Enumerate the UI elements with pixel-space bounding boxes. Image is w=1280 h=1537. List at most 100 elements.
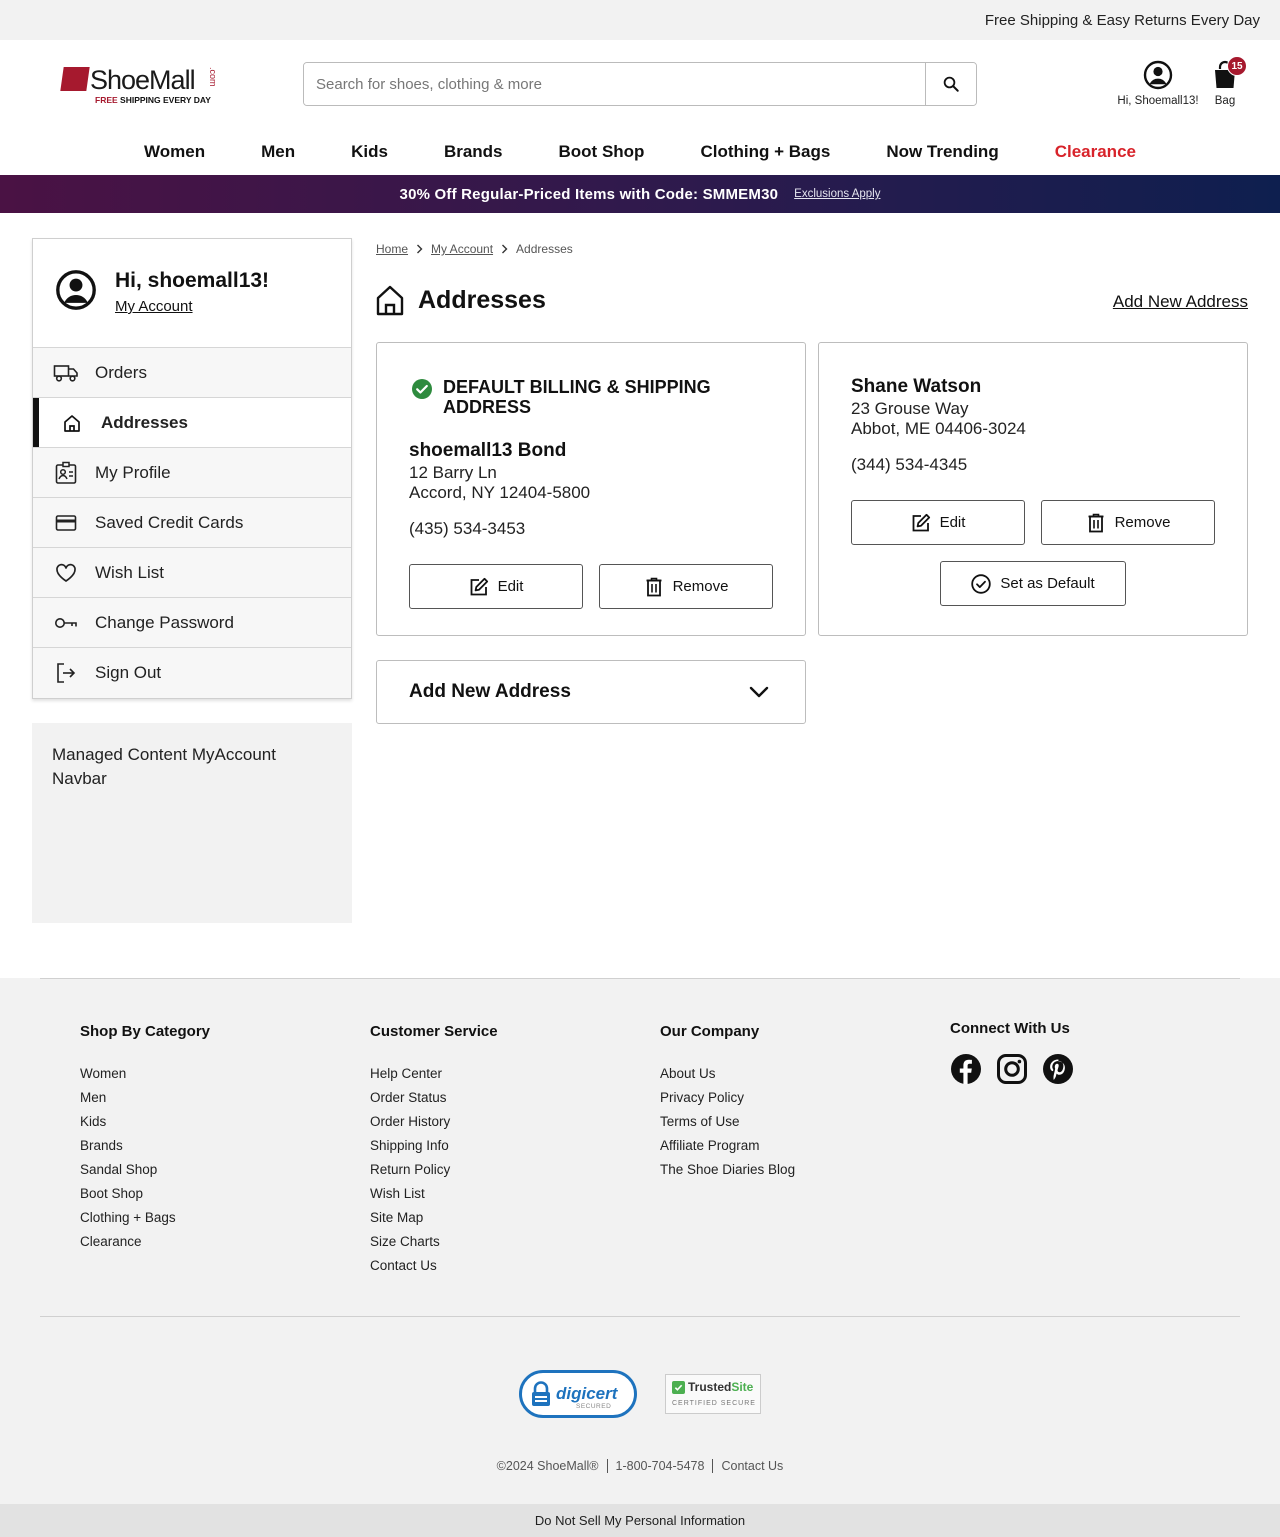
footer-link[interactable]: Terms of Use: [660, 1110, 795, 1134]
footer-link[interactable]: Contact Us: [370, 1254, 498, 1278]
shoemall-logo[interactable]: ShoeMall .com FREE SHIPPING EVERY DAY: [60, 65, 222, 105]
trustedsite-badge[interactable]: Trusted Site CERTIFIED SECURE: [665, 1374, 761, 1414]
promo-text: 30% Off Regular-Priced Items with Code: …: [399, 185, 779, 203]
account-sidebar: Hi, shoemall13! My Account Orders Addres…: [32, 238, 352, 699]
sidebar-item-change-password[interactable]: Change Password: [33, 598, 351, 648]
key-icon: [53, 610, 79, 636]
footer-link[interactable]: Return Policy: [370, 1158, 498, 1182]
remove-address-button[interactable]: Remove: [1041, 500, 1215, 545]
sidebar-item-addresses[interactable]: Addresses: [33, 398, 351, 448]
footer-link[interactable]: Help Center: [370, 1062, 498, 1086]
address-city-line: Accord, NY 12404-5800: [409, 483, 591, 502]
nav-women[interactable]: Women: [116, 142, 233, 162]
accordion-label: Add New Address: [409, 681, 571, 702]
footer-contact-link[interactable]: Contact Us: [712, 1459, 791, 1473]
breadcrumb-my-account[interactable]: My Account: [431, 242, 493, 256]
add-new-address-accordion[interactable]: Add New Address: [376, 660, 806, 724]
set-as-default-button[interactable]: Set as Default: [940, 561, 1126, 606]
sidebar-item-wish-list[interactable]: Wish List: [33, 548, 351, 598]
footer-link[interactable]: Women: [80, 1062, 210, 1086]
search-input[interactable]: [304, 63, 925, 105]
footer-link[interactable]: Men: [80, 1086, 210, 1110]
my-account-link[interactable]: My Account: [115, 298, 193, 315]
footer-column-title: Our Company: [660, 1023, 760, 1040]
site-header: ShoeMall .com FREE SHIPPING EVERY DAY Hi…: [0, 40, 1280, 128]
footer-link[interactable]: Brands: [80, 1134, 210, 1158]
search-button[interactable]: [925, 63, 976, 105]
breadcrumb-home[interactable]: Home: [376, 242, 408, 256]
digicert-badge[interactable]: digicert SECURED: [519, 1370, 637, 1418]
footer-link[interactable]: The Shoe Diaries Blog: [660, 1158, 795, 1182]
footer-link[interactable]: About Us: [660, 1062, 795, 1086]
sidebar-item-orders[interactable]: Orders: [33, 348, 351, 398]
trash-icon: [644, 577, 664, 597]
remove-address-button[interactable]: Remove: [599, 564, 773, 609]
nav-men[interactable]: Men: [233, 142, 323, 162]
nav-brands[interactable]: Brands: [416, 142, 531, 162]
bag-button[interactable]: 15 Bag: [1205, 56, 1247, 107]
sidebar-item-saved-credit-cards[interactable]: Saved Credit Cards: [33, 498, 351, 548]
check-icon: [672, 1380, 685, 1394]
footer-column-connect: Connect With Us: [950, 1020, 1074, 1085]
footer-link[interactable]: Clearance: [80, 1230, 210, 1254]
sidebar-item-my-profile[interactable]: My Profile: [33, 448, 351, 498]
nav-clearance[interactable]: Clearance: [1027, 142, 1164, 162]
sign-out-icon: [53, 660, 79, 686]
footer-link[interactable]: Size Charts: [370, 1230, 498, 1254]
breadcrumb: Home My Account Addresses: [376, 242, 573, 256]
check-circle-outline-icon: [971, 573, 992, 594]
footer-divider: [40, 978, 1240, 979]
chevron-right-icon: [416, 244, 423, 254]
footer-link[interactable]: Order Status: [370, 1086, 498, 1110]
edit-icon: [911, 513, 931, 533]
chevron-down-icon: [749, 686, 769, 698]
security-badges: digicert SECURED Trusted Site CERTIFIED S…: [0, 1370, 1280, 1418]
bag-count-badge: 15: [1227, 56, 1247, 76]
edit-address-button[interactable]: Edit: [851, 500, 1025, 545]
digicert-sub: SECURED: [576, 1403, 612, 1410]
footer-phone[interactable]: 1-800-704-5478: [606, 1459, 713, 1473]
trustedsite-sub: CERTIFIED SECURE: [672, 1400, 756, 1407]
profile-badge-icon: [53, 460, 79, 486]
exclusions-link[interactable]: Exclusions Apply: [794, 188, 880, 200]
sidebar-item-label: Orders: [95, 362, 147, 382]
truck-icon: [53, 360, 79, 386]
footer-column-title: Connect With Us: [950, 1020, 1070, 1037]
logo-tagline: FREE SHIPPING EVERY DAY: [95, 95, 211, 105]
edit-address-button[interactable]: Edit: [409, 564, 583, 609]
footer-link[interactable]: Boot Shop: [80, 1182, 210, 1206]
footer-link[interactable]: Order History: [370, 1110, 498, 1134]
social-links: [950, 1053, 1074, 1085]
sidebar-item-label: Addresses: [101, 412, 188, 432]
site-footer: Shop By Category Women Men Kids Brands S…: [0, 978, 1280, 1537]
footer-link[interactable]: Shipping Info: [370, 1134, 498, 1158]
home-icon: [59, 410, 85, 436]
footer-link[interactable]: Site Map: [370, 1206, 498, 1230]
footer-link[interactable]: Wish List: [370, 1182, 498, 1206]
add-new-address-link[interactable]: Add New Address: [1113, 292, 1248, 312]
pinterest-icon[interactable]: [1042, 1053, 1074, 1085]
main-nav: Women Men Kids Brands Boot Shop Clothing…: [0, 128, 1280, 175]
free-shipping-message: Free Shipping & Easy Returns Every Day: [984, 11, 1260, 29]
nav-now-trending[interactable]: Now Trending: [858, 142, 1026, 162]
footer-link[interactable]: Privacy Policy: [660, 1086, 795, 1110]
sidebar-item-sign-out[interactable]: Sign Out: [33, 648, 351, 698]
instagram-icon[interactable]: [996, 1053, 1028, 1085]
nav-clothing-bags[interactable]: Clothing + Bags: [672, 142, 858, 162]
account-button[interactable]: Hi, Shoemall13!: [1108, 60, 1208, 107]
footer-link[interactable]: Affiliate Program: [660, 1134, 795, 1158]
address-card-secondary: Shane Watson 23 Grouse Way Abbot, ME 044…: [818, 342, 1248, 636]
lock-icon: [530, 1381, 552, 1407]
footer-link[interactable]: Clothing + Bags: [80, 1206, 210, 1230]
footer-link[interactable]: Sandal Shop: [80, 1158, 210, 1182]
facebook-icon[interactable]: [950, 1053, 982, 1085]
logo-mark: [60, 67, 90, 91]
footer-column-customer-service: Customer Service Help Center Order Statu…: [370, 1023, 498, 1278]
bag-label: Bag: [1214, 95, 1236, 107]
default-address-text: DEFAULT BILLING & SHIPPING ADDRESS: [443, 377, 711, 417]
promo-banner: 30% Off Regular-Priced Items with Code: …: [0, 175, 1280, 213]
footer-link[interactable]: Kids: [80, 1110, 210, 1134]
nav-kids[interactable]: Kids: [323, 142, 416, 162]
nav-boot-shop[interactable]: Boot Shop: [531, 142, 673, 162]
do-not-sell-link[interactable]: Do Not Sell My Personal Information: [0, 1504, 1280, 1537]
